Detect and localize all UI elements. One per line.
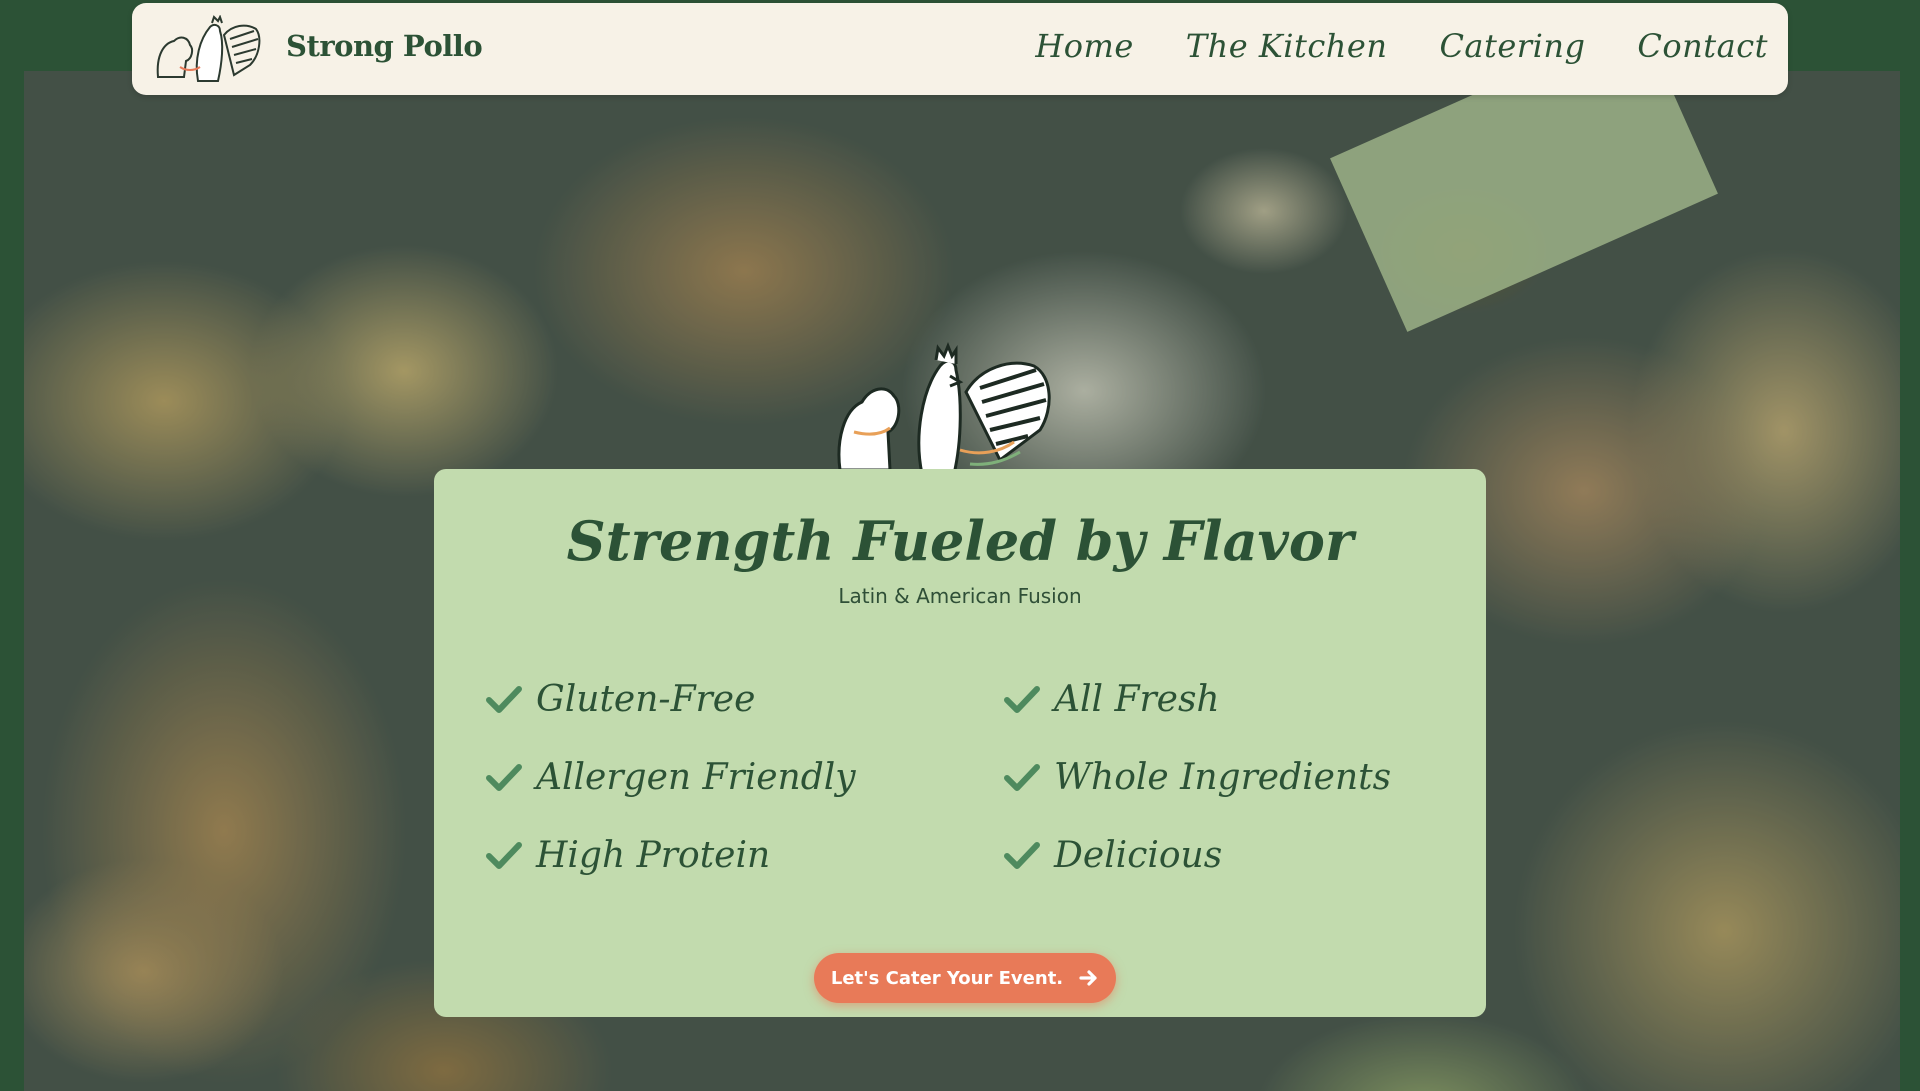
feature-label: All Fresh (1054, 678, 1220, 720)
hero-title: Strength Fueled by Flavor (566, 509, 1354, 573)
feature-label: High Protein (536, 834, 771, 876)
brand-name[interactable]: Strong Pollo (286, 29, 483, 63)
feature-label: Whole Ingredients (1054, 756, 1392, 798)
hero-rooster-logo-icon (837, 341, 1051, 476)
feature-item: Allergen Friendly (486, 755, 1004, 799)
feature-item: All Fresh (1004, 677, 1444, 721)
check-icon (486, 686, 522, 713)
feature-item: High Protein (486, 833, 1004, 877)
nav-home-link[interactable]: Home (1035, 27, 1133, 65)
feature-list: Gluten-Free All Fresh Allergen Friendly … (486, 677, 1446, 877)
feature-item: Whole Ingredients (1004, 755, 1444, 799)
cater-event-button[interactable]: Let's Cater Your Event. (814, 953, 1116, 1003)
nav-kitchen-link[interactable]: The Kitchen (1186, 27, 1388, 65)
check-icon (1004, 686, 1040, 713)
cta-label: Let's Cater Your Event. (830, 967, 1064, 989)
feature-label: Allergen Friendly (536, 756, 856, 798)
hero-subtitle: Latin & American Fusion (838, 584, 1082, 608)
feature-label: Delicious (1054, 834, 1223, 876)
check-icon (1004, 764, 1040, 791)
feature-item: Gluten-Free (486, 677, 1004, 721)
main-nav: Home The Kitchen Catering Contact (1035, 27, 1768, 65)
hero-card: Strength Fueled by Flavor Latin & Americ… (434, 469, 1486, 1017)
nav-contact-link[interactable]: Contact (1637, 27, 1768, 65)
arrow-right-icon (1079, 970, 1097, 986)
feature-label: Gluten-Free (536, 678, 756, 720)
feature-item: Delicious (1004, 833, 1444, 877)
check-icon (486, 764, 522, 791)
nav-catering-link[interactable]: Catering (1439, 27, 1585, 65)
navbar: Strong Pollo Home The Kitchen Catering C… (132, 3, 1788, 95)
brand-logo-icon[interactable] (150, 15, 270, 87)
check-icon (486, 842, 522, 869)
check-icon (1004, 842, 1040, 869)
